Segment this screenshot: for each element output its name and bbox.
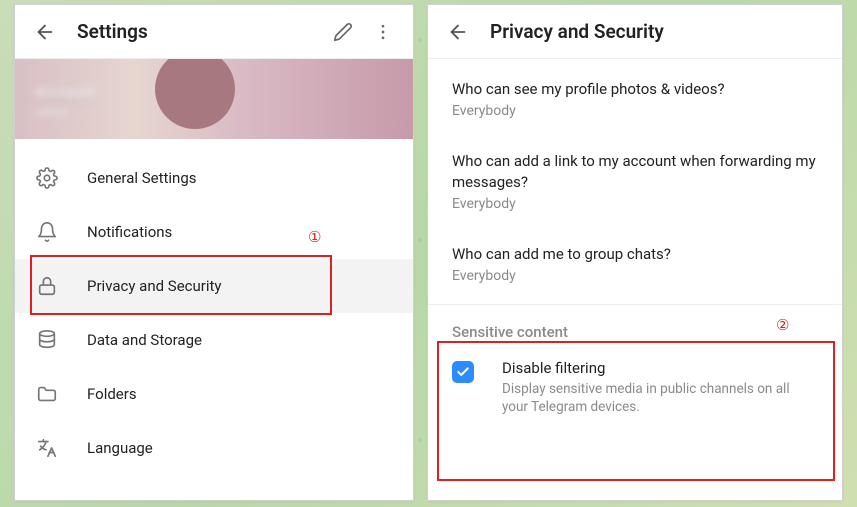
folder-icon — [35, 382, 59, 406]
disable-filtering-checkbox[interactable] — [452, 361, 474, 383]
arrow-left-icon — [34, 21, 56, 43]
menu-label: Notifications — [87, 223, 172, 241]
disable-filtering-row[interactable]: Disable filtering Display sensitive medi… — [428, 353, 842, 434]
privacy-question: Who can add a link to my account when fo… — [452, 151, 818, 192]
privacy-value: Everybody — [452, 103, 818, 119]
lock-icon — [35, 274, 59, 298]
gear-icon — [35, 166, 59, 190]
database-icon — [35, 328, 59, 352]
pencil-icon — [333, 22, 353, 42]
privacy-value: Everybody — [452, 196, 818, 212]
privacy-options: Who can see my profile photos & videos? … — [428, 59, 842, 305]
privacy-header: Privacy and Security — [428, 5, 842, 59]
profile-status: online — [35, 105, 67, 119]
menu-item-general[interactable]: General Settings — [15, 151, 413, 205]
edit-button[interactable] — [323, 12, 363, 52]
more-vertical-icon — [373, 22, 393, 42]
menu-label: Privacy and Security — [87, 277, 222, 295]
profile-name: Account — [35, 83, 95, 102]
menu-item-language[interactable]: Language — [15, 421, 413, 475]
back-button[interactable] — [438, 12, 478, 52]
privacy-question: Who can see my profile photos & videos? — [452, 79, 818, 99]
menu-item-notifications[interactable]: Notifications — [15, 205, 413, 259]
privacy-title: Privacy and Security — [490, 20, 832, 43]
privacy-item-groups[interactable]: Who can add me to group chats? Everybody — [452, 228, 818, 300]
settings-menu: General Settings Notifications Privacy a… — [15, 139, 413, 487]
menu-item-folders[interactable]: Folders — [15, 367, 413, 421]
settings-panel: Settings Account online General Settings… — [14, 4, 414, 501]
menu-label: Language — [87, 439, 153, 457]
privacy-value: Everybody — [452, 268, 818, 284]
more-button[interactable] — [363, 12, 403, 52]
menu-item-data[interactable]: Data and Storage — [15, 313, 413, 367]
privacy-item-forward-link[interactable]: Who can add a link to my account when fo… — [452, 135, 818, 228]
arrow-left-icon — [447, 21, 469, 43]
bell-icon — [35, 220, 59, 244]
privacy-item-photos[interactable]: Who can see my profile photos & videos? … — [452, 63, 818, 135]
privacy-panel: Privacy and Security Who can see my prof… — [427, 4, 843, 501]
menu-label: Data and Storage — [87, 331, 202, 349]
back-button[interactable] — [25, 12, 65, 52]
settings-header: Settings — [15, 5, 413, 59]
disable-filtering-desc: Display sensitive media in public channe… — [502, 380, 818, 416]
menu-label: General Settings — [87, 169, 197, 187]
sensitive-header: Sensitive content — [428, 305, 842, 353]
profile-banner[interactable]: Account online — [15, 59, 413, 139]
settings-title: Settings — [77, 20, 323, 43]
menu-label: Folders — [87, 385, 137, 403]
menu-item-privacy[interactable]: Privacy and Security — [15, 259, 413, 313]
disable-filtering-title: Disable filtering — [502, 359, 818, 377]
privacy-question: Who can add me to group chats? — [452, 244, 818, 264]
language-icon — [35, 436, 59, 460]
disable-filtering-text: Disable filtering Display sensitive medi… — [502, 359, 818, 416]
check-icon — [456, 365, 470, 379]
